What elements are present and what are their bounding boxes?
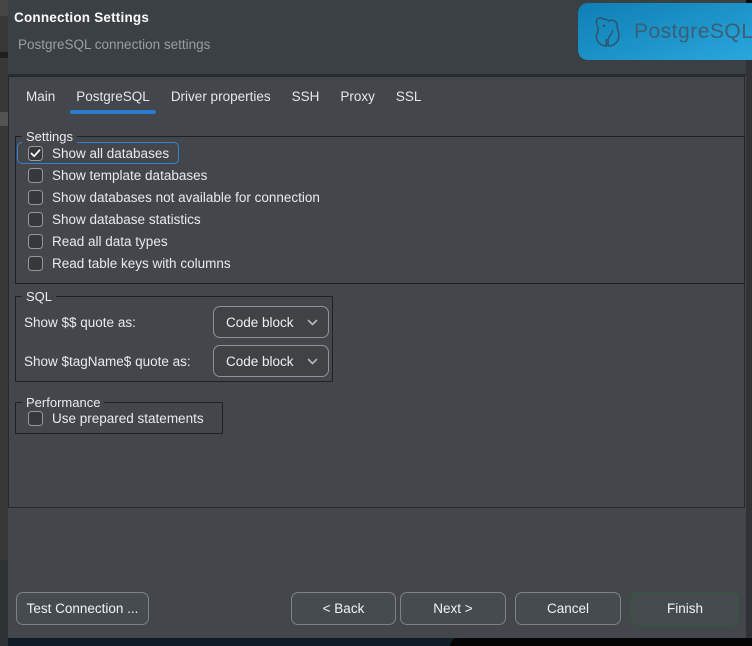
postgresql-banner: PostgreSQL — [578, 3, 752, 60]
checkbox-show-template-databases[interactable]: Show template databases — [17, 164, 217, 186]
checkbox-unchecked-icon — [28, 234, 43, 249]
checkbox-unchecked-icon — [28, 212, 43, 227]
tab-main[interactable]: Main — [26, 77, 55, 115]
performance-group: Performance Use prepared statements — [15, 402, 223, 434]
tab-driver-properties[interactable]: Driver properties — [171, 77, 271, 115]
back-button[interactable]: < Back — [291, 592, 396, 625]
checkbox-read-table-keys[interactable]: Read table keys with columns — [17, 252, 241, 274]
checkbox-unchecked-icon — [28, 256, 43, 271]
checkbox-show-all-databases[interactable]: Show all databases — [17, 142, 179, 164]
settings-group-label: Settings — [22, 129, 77, 144]
checkbox-label: Read all data types — [52, 234, 168, 249]
connection-settings-dialog: Connection Settings PostgreSQL connectio… — [8, 0, 746, 638]
checkbox-show-database-statistics[interactable]: Show database statistics — [17, 208, 211, 230]
postgresql-elephant-icon — [591, 13, 627, 51]
checkmark-icon — [30, 149, 41, 158]
cancel-button[interactable]: Cancel — [515, 592, 621, 625]
tagname-quote-dropdown[interactable]: Code block — [213, 345, 329, 377]
tab-content-panel: Main PostgreSQL Driver properties SSH Pr… — [8, 76, 745, 508]
background-window-left-edge — [0, 0, 8, 638]
chevron-down-icon — [307, 319, 318, 326]
sql-group-label: SQL — [22, 289, 56, 304]
checkbox-unchecked-icon — [28, 190, 43, 205]
chevron-down-icon — [307, 358, 318, 365]
checkbox-label: Show template databases — [52, 168, 207, 183]
page-subtitle: PostgreSQL connection settings — [18, 37, 210, 52]
checkbox-label: Show all databases — [52, 146, 169, 161]
dropdown-value: Code block — [226, 354, 294, 369]
tab-ssh[interactable]: SSH — [292, 77, 320, 115]
checkbox-read-all-data-types[interactable]: Read all data types — [17, 230, 178, 252]
tagname-quote-as-label: Show $tagName$ quote as: — [24, 354, 191, 369]
banner-wordmark: PostgreSQL — [634, 20, 752, 44]
test-connection-button[interactable]: Test Connection ... — [16, 592, 149, 625]
tab-postgresql[interactable]: PostgreSQL — [76, 77, 150, 115]
tab-bar: Main PostgreSQL Driver properties SSH Pr… — [9, 77, 744, 115]
dollar-quote-dropdown[interactable]: Code block — [213, 306, 329, 338]
sql-group: SQL Show $$ quote as: Code block Show $t… — [15, 296, 333, 382]
background-window-right-edge — [746, 60, 752, 638]
checkbox-show-databases-not-available[interactable]: Show databases not available for connect… — [17, 186, 330, 208]
quote-as-label: Show $$ quote as: — [24, 315, 136, 330]
checkbox-label: Read table keys with columns — [52, 256, 231, 271]
performance-group-label: Performance — [22, 395, 104, 410]
settings-group: Settings Show all databases Show templat… — [15, 136, 745, 284]
checkbox-label: Use prepared statements — [52, 411, 204, 426]
background-window-corner — [450, 638, 752, 646]
checkbox-label: Show databases not available for connect… — [52, 190, 320, 205]
page-title: Connection Settings — [14, 10, 149, 25]
background-windows-bottom — [0, 638, 752, 646]
tab-ssl[interactable]: SSL — [396, 77, 422, 115]
checkbox-checked-icon — [28, 146, 43, 161]
checkbox-unchecked-icon — [28, 411, 43, 426]
dropdown-value: Code block — [226, 315, 294, 330]
tab-proxy[interactable]: Proxy — [340, 77, 375, 115]
next-button[interactable]: Next > — [400, 592, 506, 625]
checkbox-label: Show database statistics — [52, 212, 201, 227]
checkbox-use-prepared-statements[interactable]: Use prepared statements — [17, 407, 214, 429]
checkbox-unchecked-icon — [28, 168, 43, 183]
finish-button[interactable]: Finish — [631, 592, 739, 625]
